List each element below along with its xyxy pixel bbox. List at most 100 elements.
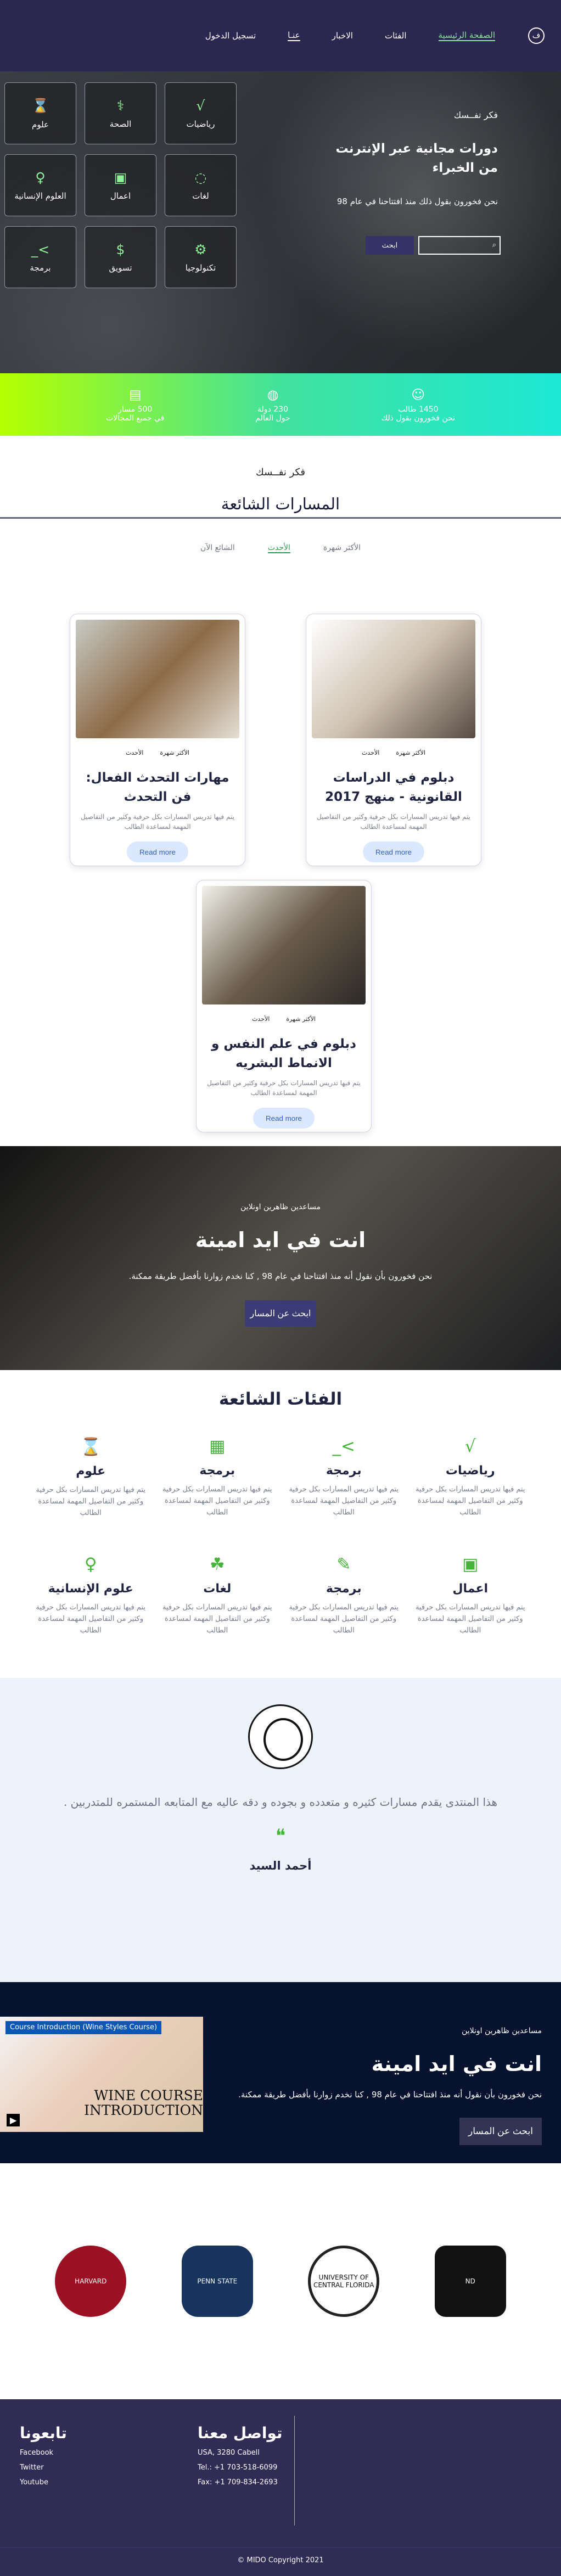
avatar (248, 1704, 313, 1769)
course-description: يتم فيها تدريس المسارات بكل حرفية وكثير … (81, 813, 234, 830)
category-tile[interactable]: >_ برمجة (4, 226, 76, 288)
category-tiles: √ رياضيات ⚕ الصحة ⌛ علوم ◌ لغات ▣ اعمال ♀ العل… (4, 82, 237, 288)
business-icon: ▣ (114, 170, 127, 186)
course-meta: الأكثر شهرة الأحدث (76, 749, 239, 756)
top-navigation: ف الصفحة الرئيسية الفئات الاخبار عنـا تس… (0, 0, 561, 71)
course-title: مهارات التحدث الفعال: فن التحدث (86, 771, 229, 804)
category-tile[interactable]: √ رياضيات (165, 82, 237, 144)
footer: تابعونا Facebook Twitter Youtube تواصل م… (0, 2399, 561, 2547)
pen-icon: ✎ (336, 1554, 351, 1575)
youtube-link[interactable]: Youtube (20, 2478, 67, 2487)
search-input[interactable]: ⌕ (418, 236, 501, 255)
category-tile[interactable]: ▣ اعمال (85, 154, 156, 216)
health-icon: ⚕ (116, 98, 125, 114)
nav-categories[interactable]: الفئات (385, 31, 407, 41)
nav-home[interactable]: الصفحة الرئيسية (438, 30, 495, 41)
ucf-logo: UNIVERSITY OF CENTRAL FLORIDA (308, 2245, 380, 2317)
popular-categories-title: الفئات الشائعة (218, 1389, 343, 1409)
meta-item: الأحدث (252, 1015, 270, 1023)
category-item[interactable]: ▣ اعمال يتم فيها تدريس المسارات بكل حرفية … (407, 1554, 534, 1636)
section-subtitle: فكر نفــسك (255, 467, 306, 478)
hero-title: دورات مجانية عبر الإنترنت من الخبراء (335, 142, 498, 175)
tile-label: علوم (32, 119, 49, 130)
course-card[interactable]: الأكثر شهرة الأحدث مهارات التحدث الفعال: … (70, 614, 245, 866)
category-tile[interactable]: ⌛ علوم (4, 82, 76, 144)
search-button[interactable]: ابحث (366, 236, 414, 255)
banner-small: مساعدين ظاهرين اونلاين (240, 1203, 321, 1211)
category-item[interactable]: ✎ برمجة يتم فيها تدريس المسارات بكل حرفية … (280, 1554, 407, 1636)
category-item[interactable]: ⌛ علوم يتم فيها تدريس المسارات بكل حرفية و… (27, 1436, 154, 1519)
category-description: يتم فيها تدريس المسارات بكل حرفية وكثير … (162, 1485, 272, 1517)
banner-text: نحن فخورون بأن نقول أنه منذ افتتاحنا في … (128, 1271, 433, 1281)
technology-icon: ⚙ (194, 242, 207, 257)
meta-item: الأكثر شهرة (396, 749, 425, 756)
find-course-button[interactable]: ابحث عن المسار (245, 1300, 316, 1327)
tile-label: الصحة (109, 119, 132, 129)
play-icon[interactable]: ▶ (7, 2113, 20, 2126)
nav-about[interactable]: عنـا (288, 30, 300, 41)
course-title: دبلوم في علم النفس و الانماط البشريه (211, 1037, 356, 1070)
banner-title: انت في ايد امينة (195, 1228, 366, 1252)
briefcase-icon: ▣ (462, 1554, 479, 1575)
category-item[interactable]: ☘ لغات يتم فيها تدريس المسارات بكل حرفية و… (154, 1554, 281, 1636)
category-tile[interactable]: ◌ لغات (165, 154, 237, 216)
quote-icon: ❝ (275, 1825, 286, 1847)
meta-item: الأكثر شهرة (286, 1015, 316, 1023)
stat-item: ◍ 230 دولة حول العالم (255, 387, 290, 423)
category-item[interactable]: √ رياضيات يتم فيها تدريس المسارات بكل حرفي… (407, 1436, 534, 1519)
leaf-icon: ☘ (209, 1554, 225, 1575)
tile-label: لغات (192, 191, 209, 201)
address-text: USA, 3280 Cabell (198, 2448, 260, 2457)
category-title: رياضيات (445, 1464, 495, 1478)
tab-latest[interactable]: الأحدث (267, 543, 290, 553)
twitter-link[interactable]: Twitter (20, 2463, 67, 2472)
facebook-link[interactable]: Facebook (20, 2449, 67, 2457)
promo-text: مساعدين ظاهرين اونلاين انت في ايد امينة … (238, 2025, 542, 2145)
promo-description: نحن فخورون بأن نقول أنه منذ افتتاحنا في … (238, 2089, 542, 2100)
search-area: ⌕ ابحث (366, 236, 501, 255)
trust-banner: مساعدين ظاهرين اونلاين انت في ايد امينة … (0, 1146, 561, 1370)
read-more-button[interactable]: Read more (127, 841, 188, 862)
stat-item: ☺ 1450 طالب نحن فخورون بقول ذلك (382, 387, 455, 423)
course-description: يتم فيها تدريس المسارات بكل حرفية وكثير … (317, 813, 470, 830)
course-title: دبلوم في الدراسات القانونية - منهج 2017 (325, 771, 462, 804)
category-tile[interactable]: ⚙ تكنولوجيا (165, 226, 237, 288)
category-tile[interactable]: ⚕ الصحة (85, 82, 156, 144)
category-tile[interactable]: ♀ العلوم الإنسانية (4, 154, 76, 216)
category-item[interactable]: ♀ علوم الإنسانية يتم فيها تدريس المسارات ب… (27, 1554, 154, 1636)
fax-text: Fax: +1 709-834-2693 (198, 2478, 278, 2487)
hero-subtitle: نحن فخورون بقول ذلك منذ افتتاحنا في عام … (336, 197, 498, 206)
course-image (202, 886, 366, 1004)
category-title: لغات (203, 1582, 232, 1596)
site-logo[interactable]: ف (528, 27, 545, 44)
stat-label: حول العالم (255, 413, 290, 423)
read-more-button[interactable]: Read more (363, 841, 424, 862)
course-card[interactable]: الأكثر شهرة الأحدث دبلوم في علم النفس و ا… (196, 880, 372, 1132)
category-description: يتم فيها تدريس المسارات بكل حرفية وكثير … (289, 1485, 399, 1517)
tile-label: العلوم الإنسانية (14, 191, 66, 201)
video-player[interactable]: Course Introduction (Wine Styles Course)… (0, 2016, 203, 2132)
video-overlay-text: WINE COURSE INTRODUCTION (84, 2087, 203, 2119)
tab-trending[interactable]: الشائع الآن (200, 543, 235, 553)
contact-title: تواصل معنا (198, 2423, 283, 2442)
read-more-button[interactable]: Read more (253, 1108, 315, 1129)
testimonial-author: أحمد السيد (249, 1859, 312, 1872)
category-item[interactable]: ▦ برمجة يتم فيها تدريس المسارات بكل حرفية … (154, 1436, 281, 1519)
stat-value: 1450 طالب (398, 405, 439, 414)
category-tile[interactable]: $ تسويق (85, 226, 156, 288)
languages-icon: ◌ (194, 170, 207, 186)
section-title: المسارات الشائعة (0, 495, 561, 519)
course-meta: الأكثر شهرة الأحدث (312, 749, 475, 756)
stat-label: نحن فخورون بقول ذلك (381, 413, 456, 423)
humanities-icon: ♀ (35, 170, 46, 186)
promo-button[interactable]: ابحث عن المسار (459, 2117, 542, 2145)
category-item[interactable]: >_ برمجة يتم فيها تدريس المسارات بكل حرفية… (280, 1436, 407, 1519)
nav-news[interactable]: الاخبار (332, 31, 353, 41)
category-description: يتم فيها تدريس المسارات بكل حرفية وكثير … (36, 1486, 146, 1517)
nav-login[interactable]: تسجيل الدخول (205, 31, 256, 41)
tab-most-popular[interactable]: الأكثر شهرة (323, 543, 361, 553)
course-description: يتم فيها تدريس المسارات بكل حرفية وكثير … (207, 1079, 361, 1097)
contact-us: تواصل معنا USA, 3280 Cabell Tel.: +1 703… (198, 2424, 283, 2487)
follow-title: تابعونا (20, 2423, 67, 2442)
course-card[interactable]: الأكثر شهرة الأحدث دبلوم في الدراسات القا… (306, 614, 481, 866)
